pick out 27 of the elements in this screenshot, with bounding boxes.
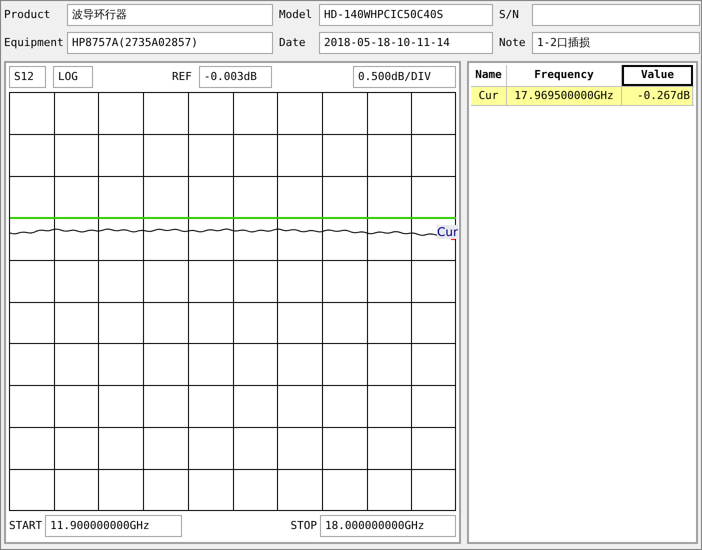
table-cell: -0.267dB — [622, 87, 693, 105]
field-label: S/N — [499, 6, 520, 23]
start-label: START — [9, 518, 42, 534]
table-cell: Cur — [471, 87, 507, 105]
field-label: Product — [4, 6, 52, 23]
text-field[interactable]: HP8757A(2735A02857) — [67, 32, 273, 54]
format-field[interactable]: LOG — [53, 66, 93, 88]
stop-field[interactable]: 18.000000000GHz — [320, 515, 456, 537]
field-label: Equipment — [4, 34, 64, 51]
text-field[interactable]: 2018-05-18-10-11-14 — [319, 32, 493, 54]
text-field[interactable]: 1-2口插损 — [532, 32, 700, 54]
field-label: Model — [279, 6, 314, 23]
ref-label: REF — [172, 68, 192, 85]
text-field[interactable]: 波导环行器 — [67, 4, 273, 26]
field-label: Date — [279, 34, 306, 51]
ref-field[interactable]: -0.003dB — [198, 66, 272, 88]
table-row[interactable]: Cur 17.969500000GHz -0.267dB — [471, 86, 694, 106]
stop-label: STOP — [290, 518, 317, 534]
text-field[interactable] — [532, 4, 700, 26]
marker-label: Cur — [437, 225, 458, 239]
start-field[interactable]: 11.900000000GHz — [45, 515, 182, 537]
scale-field[interactable]: 0.500dB/DIV — [353, 66, 456, 88]
text-field[interactable]: HD-140WHPCIC50C40S — [319, 4, 493, 26]
column-header[interactable]: Value — [622, 65, 693, 86]
field-label: Note — [499, 34, 526, 51]
parameter-field[interactable]: S12 — [9, 66, 46, 88]
table-cell: 17.969500000GHz — [507, 87, 622, 105]
